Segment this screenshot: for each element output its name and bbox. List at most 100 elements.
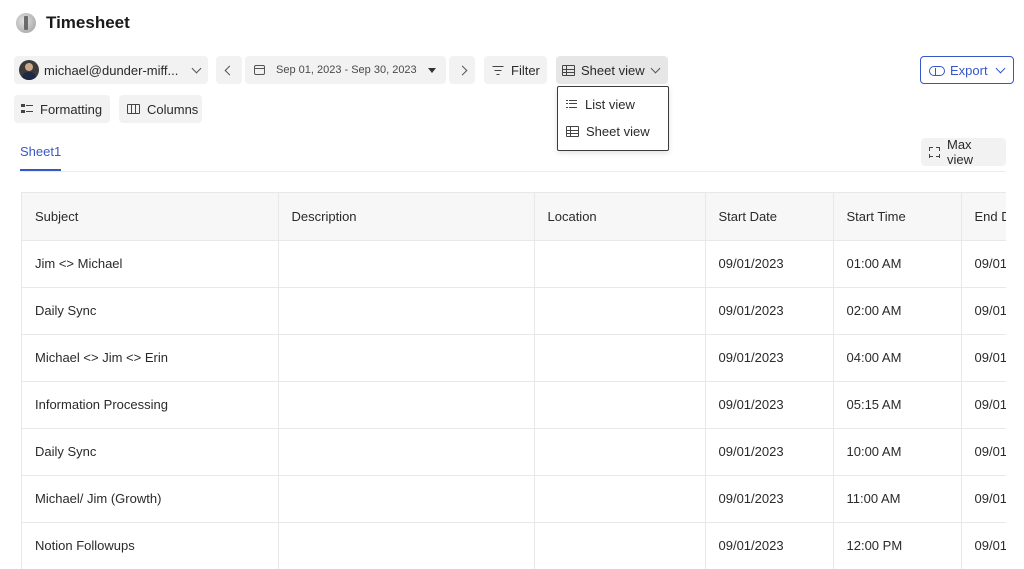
cell-start-time[interactable]: 12:00 PM bbox=[833, 522, 962, 569]
list-icon bbox=[566, 99, 577, 109]
filter-label: Filter bbox=[511, 62, 540, 78]
chevron-down-icon bbox=[650, 63, 661, 73]
filter-icon bbox=[492, 65, 503, 75]
column-header-description[interactable]: Description bbox=[278, 193, 535, 241]
view-selector-button[interactable]: Sheet view bbox=[556, 56, 668, 84]
table-row[interactable]: Daily Sync 09/01/2023 10:00 AM 09/01 bbox=[22, 428, 1006, 476]
menu-item-list-view[interactable]: List view bbox=[566, 94, 635, 114]
cell-subject[interactable]: Information Processing bbox=[22, 381, 279, 429]
cell-location[interactable] bbox=[534, 381, 706, 429]
max-view-label: Max view bbox=[947, 137, 974, 167]
cell-location[interactable] bbox=[534, 428, 706, 476]
cell-description[interactable] bbox=[278, 381, 535, 429]
cell-subject[interactable]: Daily Sync bbox=[22, 428, 279, 476]
cell-start-date[interactable]: 09/01/2023 bbox=[705, 381, 834, 429]
cell-location[interactable] bbox=[534, 522, 706, 569]
user-label: michael@dunder-miff... bbox=[44, 62, 179, 78]
cell-start-time[interactable]: 05:15 AM bbox=[833, 381, 962, 429]
menu-item-label: Sheet view bbox=[586, 123, 650, 139]
formatting-button[interactable]: Formatting bbox=[14, 95, 110, 123]
cell-subject[interactable]: Daily Sync bbox=[22, 287, 279, 335]
formatting-label: Formatting bbox=[40, 101, 103, 117]
table-grid-icon bbox=[566, 125, 579, 137]
cell-start-time[interactable]: 10:00 AM bbox=[833, 428, 962, 476]
cell-end-date[interactable]: 09/01 bbox=[961, 475, 1006, 523]
export-button[interactable]: Export bbox=[920, 56, 1014, 84]
cell-end-date[interactable]: 09/01 bbox=[961, 334, 1006, 382]
cell-subject[interactable]: Notion Followups bbox=[22, 522, 279, 569]
column-header-subject[interactable]: Subject bbox=[22, 193, 279, 241]
cell-location[interactable] bbox=[534, 475, 706, 523]
cell-subject[interactable]: Jim <> Michael bbox=[22, 240, 279, 288]
table-row[interactable]: Information Processing 09/01/2023 05:15 … bbox=[22, 381, 1006, 429]
cell-end-date[interactable]: 09/01 bbox=[961, 428, 1006, 476]
tab-sheet1[interactable]: Sheet1 bbox=[20, 144, 61, 159]
cell-subject[interactable]: Michael <> Jim <> Erin bbox=[22, 334, 279, 382]
chevron-left-icon bbox=[224, 65, 234, 75]
cell-location[interactable] bbox=[534, 240, 706, 288]
chevron-right-icon bbox=[457, 65, 467, 75]
title-row: Timesheet bbox=[16, 11, 130, 35]
cell-start-date[interactable]: 09/01/2023 bbox=[705, 428, 834, 476]
cell-start-date[interactable]: 09/01/2023 bbox=[705, 522, 834, 569]
cell-subject[interactable]: Michael/ Jim (Growth) bbox=[22, 475, 279, 523]
max-view-button[interactable]: Max view bbox=[921, 137, 1006, 167]
cell-start-date[interactable]: 09/01/2023 bbox=[705, 334, 834, 382]
columns-button[interactable]: Columns bbox=[119, 95, 202, 123]
timesheet-table-container[interactable]: Subject Description Location Start Date … bbox=[21, 192, 1006, 569]
cell-end-date[interactable]: 09/01 bbox=[961, 381, 1006, 429]
column-header-start-date[interactable]: Start Date bbox=[705, 193, 834, 241]
cell-start-time[interactable]: 11:00 AM bbox=[833, 475, 962, 523]
columns-label: Columns bbox=[147, 101, 199, 117]
table-row[interactable]: Michael <> Jim <> Erin 09/01/2023 04:00 … bbox=[22, 334, 1006, 382]
table-grid-icon bbox=[562, 64, 575, 76]
cell-end-date[interactable]: 09/01 bbox=[961, 287, 1006, 335]
cell-end-date[interactable]: 09/01 bbox=[961, 240, 1006, 288]
export-label: Export bbox=[950, 62, 988, 78]
chevron-down-icon bbox=[995, 63, 1006, 73]
table-row[interactable]: Michael/ Jim (Growth) 09/01/2023 11:00 A… bbox=[22, 475, 1006, 523]
expand-icon bbox=[929, 146, 940, 158]
date-range-picker[interactable]: Sep 01, 2023 - Sep 30, 2023 bbox=[245, 56, 446, 84]
view-selector-label: Sheet view bbox=[581, 62, 645, 78]
cell-start-date[interactable]: 09/01/2023 bbox=[705, 475, 834, 523]
app-logo-icon bbox=[16, 13, 36, 33]
cell-start-time[interactable]: 04:00 AM bbox=[833, 334, 962, 382]
calendar-icon bbox=[254, 65, 265, 75]
cell-location[interactable] bbox=[534, 334, 706, 382]
column-header-start-time[interactable]: Start Time bbox=[833, 193, 962, 241]
menu-item-sheet-view[interactable]: Sheet view bbox=[566, 121, 650, 141]
menu-item-label: List view bbox=[585, 96, 635, 112]
caret-down-icon bbox=[428, 67, 436, 73]
timesheet-table: Subject Description Location Start Date … bbox=[22, 193, 1006, 569]
formatting-icon bbox=[21, 104, 33, 114]
avatar bbox=[19, 60, 39, 80]
view-dropdown-menu: List view Sheet view bbox=[557, 86, 669, 151]
previous-period-button[interactable] bbox=[216, 56, 242, 84]
table-row[interactable]: Daily Sync 09/01/2023 02:00 AM 09/01 bbox=[22, 287, 1006, 335]
filter-button[interactable]: Filter bbox=[484, 56, 547, 84]
column-header-end-date[interactable]: End D bbox=[961, 193, 1006, 241]
cell-end-date[interactable]: 09/01 bbox=[961, 522, 1006, 569]
page-title: Timesheet bbox=[46, 13, 130, 32]
next-period-button[interactable] bbox=[449, 56, 475, 84]
cell-start-date[interactable]: 09/01/2023 bbox=[705, 287, 834, 335]
column-header-location[interactable]: Location bbox=[534, 193, 706, 241]
cell-description[interactable] bbox=[278, 287, 535, 335]
cell-start-time[interactable]: 01:00 AM bbox=[833, 240, 962, 288]
cell-description[interactable] bbox=[278, 334, 535, 382]
cell-location[interactable] bbox=[534, 287, 706, 335]
cloud-upload-icon bbox=[928, 64, 945, 76]
table-row[interactable]: Jim <> Michael 09/01/2023 01:00 AM 09/01 bbox=[22, 240, 1006, 288]
cell-description[interactable] bbox=[278, 240, 535, 288]
cell-description[interactable] bbox=[278, 428, 535, 476]
user-selector-button[interactable]: michael@dunder-miff... bbox=[14, 56, 208, 84]
table-row[interactable]: Notion Followups 09/01/2023 12:00 PM 09/… bbox=[22, 522, 1006, 569]
cell-start-time[interactable]: 02:00 AM bbox=[833, 287, 962, 335]
cell-description[interactable] bbox=[278, 522, 535, 569]
table-header-row: Subject Description Location Start Date … bbox=[22, 193, 1006, 241]
cell-description[interactable] bbox=[278, 475, 535, 523]
columns-icon bbox=[127, 104, 140, 114]
cell-start-date[interactable]: 09/01/2023 bbox=[705, 240, 834, 288]
chevron-down-icon bbox=[191, 63, 202, 73]
